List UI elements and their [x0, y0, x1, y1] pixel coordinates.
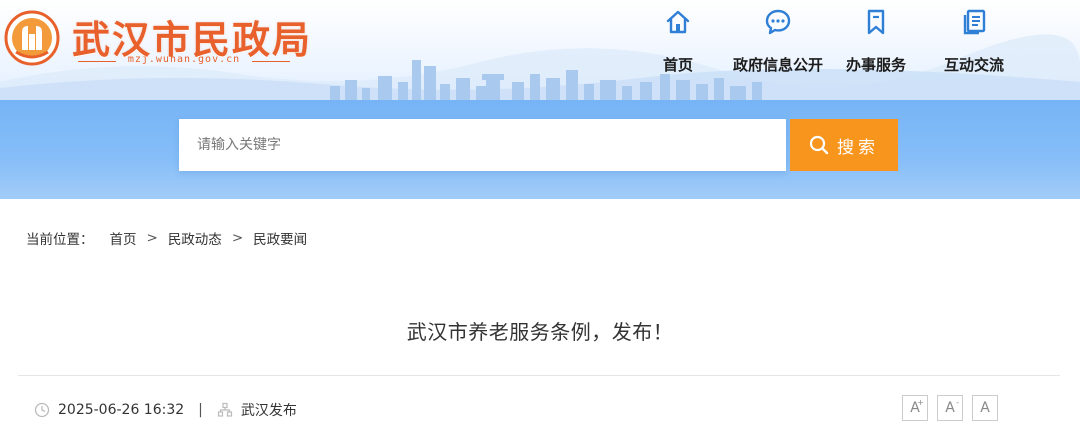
title-divider [18, 375, 1060, 376]
home-icon [666, 10, 690, 34]
chat-bubble-icon [765, 9, 791, 35]
breadcrumb-label: 当前位置： [26, 232, 94, 248]
breadcrumb-home[interactable]: 首页 [110, 228, 137, 248]
publish-date: 2025-06-26 16:32 [58, 402, 185, 418]
nav-item-services[interactable]: 办事服务 [842, 8, 910, 88]
nav-label-gov-info: 政府信息公开 [732, 56, 823, 74]
nav-label-interaction: 互动交流 [943, 56, 1004, 74]
search-band: 搜索 [0, 100, 1080, 199]
breadcrumb: 当前位置： 首页 > 民政动态 > 民政要闻 [26, 228, 307, 248]
breadcrumb-civil-news[interactable]: 民政动态 [168, 228, 222, 248]
search-input[interactable] [179, 119, 786, 171]
clock-icon [34, 402, 50, 418]
breadcrumb-civil-headlines[interactable]: 民政要闻 [253, 228, 307, 248]
civil-affairs-emblem-icon [4, 10, 60, 66]
article-title: 武汉市养老服务条例，发布！ [406, 320, 674, 344]
document-icon [963, 9, 986, 35]
bookmark-icon [867, 9, 885, 35]
site-url: mzj.wuhan.gov.cn [127, 54, 241, 65]
meta-separator: | [198, 402, 203, 418]
main-nav: 首页 政府信息公开 办事服务 互动交流 [640, 8, 1060, 88]
nav-label-services: 办事服务 [845, 56, 906, 74]
font-size-controls: A + A - A [902, 395, 1007, 421]
site-header: 武汉市民政局 mzj.wuhan.gov.cn 首页 政府信息公开 办事服务 互… [0, 0, 1080, 100]
font-increase-button[interactable]: A + [902, 395, 928, 421]
font-decrease-sup: - [956, 398, 959, 407]
font-decrease-button[interactable]: A - [937, 395, 963, 421]
article-source: 武汉发布 [240, 403, 297, 419]
article-meta: 2025-06-26 16:32 | 武汉发布 [34, 400, 297, 420]
nav-item-interaction[interactable]: 互动交流 [940, 8, 1008, 88]
nav-item-gov-info[interactable]: 政府信息公开 [728, 8, 828, 88]
source-icon [217, 402, 232, 417]
search-button-label: 搜索 [837, 137, 879, 158]
breadcrumb-separator: > [146, 230, 158, 246]
url-divider-left [78, 61, 116, 62]
font-reset-label: A [980, 400, 990, 416]
font-reset-button[interactable]: A [972, 395, 998, 421]
nav-item-home[interactable]: 首页 [654, 8, 702, 88]
search-icon [809, 135, 829, 155]
url-divider-right [252, 61, 290, 62]
site-url-row: mzj.wuhan.gov.cn [78, 54, 290, 68]
font-decrease-label: A [945, 400, 955, 416]
search-button[interactable]: 搜索 [790, 119, 898, 171]
nav-label-home: 首页 [662, 56, 693, 74]
breadcrumb-separator: > [231, 230, 244, 246]
font-increase-sup: + [917, 398, 924, 407]
